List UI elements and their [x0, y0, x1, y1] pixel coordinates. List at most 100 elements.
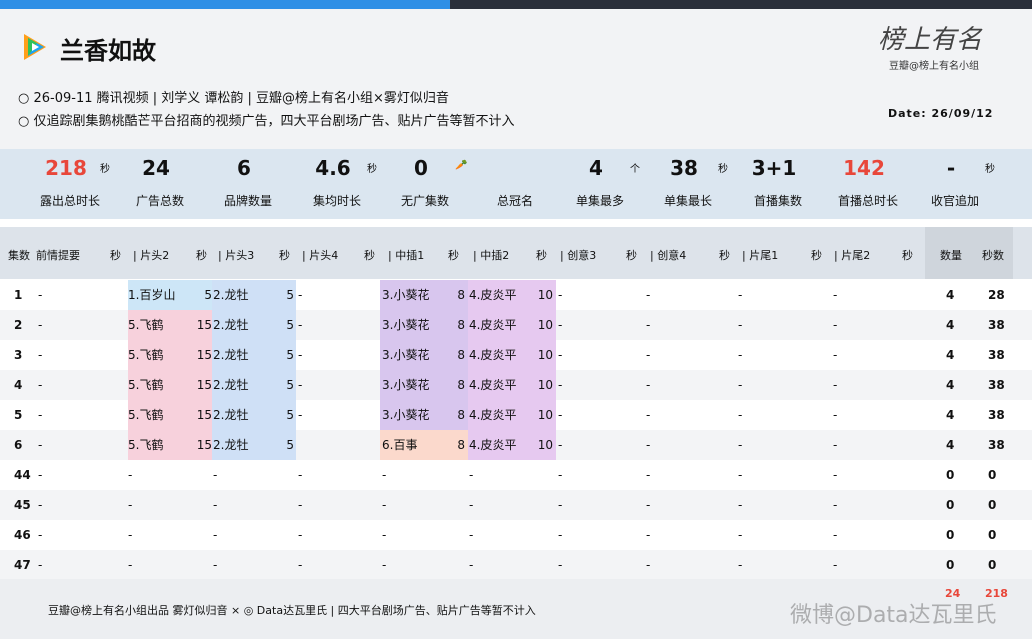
column-header: 前情提要 [36, 249, 80, 262]
cell-h3s: 5 [286, 288, 294, 302]
cell-e1: - [738, 558, 743, 572]
column-header: 秒 [719, 249, 730, 262]
cell-h3: 2.龙牡 [213, 408, 249, 422]
cell-e2: - [833, 558, 838, 572]
stat-item: 4 个单集最多 [560, 149, 650, 219]
cell-h2: 1.百岁山 [128, 288, 176, 302]
cell-m2s: 10 [537, 438, 553, 452]
cell-e1: - [738, 438, 743, 452]
cell-m1s: 8 [457, 318, 465, 332]
table-header: 集数 前情提要 秒 | 片头2 秒 | 片头3 秒 | 片头4 秒 | 中插1 秒 | 中插2 秒 | 创… [0, 227, 1032, 279]
cell-h3: - [213, 528, 218, 542]
cell-m1: 3.小葵花 [382, 348, 430, 362]
cell-count: 4 [946, 378, 955, 392]
cell-e2: - [833, 408, 838, 422]
cell-count: 4 [946, 438, 955, 452]
column-header: 秒 [448, 249, 459, 262]
stat-label: 品牌数量 [223, 194, 272, 208]
table-row: 4-5.飞鹤 15 2.龙牡 5-3.小葵花 8 4.皮炎平 10- - - -4 38 [0, 370, 1032, 400]
cell-e2: - [833, 318, 838, 332]
report-date: Date: 26/09/12 [888, 107, 994, 120]
cell-m1s [449, 520, 465, 550]
cell-c3: - [558, 468, 563, 482]
stat-value: 142 [843, 156, 885, 180]
cell-m1: - [382, 498, 387, 512]
cell-m2: - [469, 468, 474, 482]
cell-ep: 45 [14, 498, 31, 512]
cell-h4: - [298, 288, 303, 302]
column-header: | 片头3 [218, 249, 255, 262]
cell-h4: - [298, 528, 303, 542]
column-header: | 中插2 [473, 249, 510, 262]
stat-label: 首播总时长 [837, 194, 898, 208]
footer-credit: 豆瓣@榜上有名小组出品 雾灯似归音 × ◎ Data达瓦里氏 | 四大平台剧场广… [48, 604, 536, 617]
cell-m1s: 8 [457, 438, 465, 452]
cell-m2s: 10 [537, 318, 553, 332]
table-row: 44- - - - - - - - - -0 0 [0, 460, 1032, 490]
cell-m2s: 10 [537, 408, 553, 422]
cell-secs: 0 [988, 558, 997, 572]
cell-h3s [278, 460, 294, 490]
cell-c3: - [558, 558, 563, 572]
cell-m1: - [382, 558, 387, 572]
cell-m2: - [469, 498, 474, 512]
cell-secs: 38 [988, 408, 1005, 422]
brand-signature: 榜上有名 [878, 25, 983, 55]
cell-c3: - [558, 318, 563, 332]
cell-count: 0 [946, 498, 955, 512]
stat-label: 集均时长 [312, 194, 361, 208]
cell-h3s: 5 [286, 378, 294, 392]
cell-h3s [278, 490, 294, 520]
cell-e2: - [833, 438, 838, 452]
cell-c4: - [646, 348, 651, 362]
cell-c4: - [646, 528, 651, 542]
cell-m2s [537, 520, 553, 550]
cell-recap: - [38, 498, 43, 512]
cell-h3: - [213, 498, 218, 512]
cell-e1: - [738, 318, 743, 332]
cell-c3: - [558, 378, 563, 392]
column-header: | 创意3 [560, 249, 597, 262]
table-row: 47- - - - - - - - - -0 0 [0, 550, 1032, 580]
page-title: 兰香如故 [60, 37, 156, 65]
cell-secs: 0 [988, 528, 997, 542]
stat-item: 142 首播总时长 [828, 149, 918, 219]
stat-value: 218 [45, 156, 87, 180]
cell-h2: 5.飞鹤 [128, 348, 164, 362]
stat-item: 4.6 秒集均时长 [297, 149, 387, 219]
stat-label: 总冠名 [496, 194, 533, 208]
cell-m1: 3.小葵花 [382, 408, 430, 422]
cell-c4: - [646, 378, 651, 392]
cell-count: 0 [946, 558, 955, 572]
stat-item: 0 🥕 无广集数 [385, 149, 475, 219]
stat-label: 无广集数 [400, 194, 449, 208]
stat-label: 单集最多 [575, 194, 624, 208]
cell-h2: - [128, 528, 133, 542]
column-header: | 片尾2 [834, 249, 871, 262]
cell-m1s [449, 490, 465, 520]
stat-item: 24 广告总数 [120, 149, 210, 219]
cell-c3: - [558, 408, 563, 422]
cell-h2: 5.飞鹤 [128, 318, 164, 332]
stat-item: 218 秒露出总时长 [30, 149, 120, 219]
cell-h4: - [298, 408, 303, 422]
column-header: | 创意4 [650, 249, 687, 262]
tencent-video-logo-icon [24, 34, 46, 60]
cell-h3s [278, 550, 294, 580]
cell-h3: 2.龙牡 [213, 438, 249, 452]
cell-m2s [537, 550, 553, 580]
stat-item: 3+1 首播集数 [738, 149, 828, 219]
cell-m2: 4.皮炎平 [469, 318, 517, 332]
stat-value: 4 [589, 156, 603, 180]
cell-h2s [196, 550, 212, 580]
cell-recap: - [38, 528, 43, 542]
cell-m1: - [382, 528, 387, 542]
cell-e2: - [833, 528, 838, 542]
cell-h2s: 15 [196, 408, 212, 422]
cell-h2s: 15 [196, 438, 212, 452]
cell-count: 0 [946, 468, 955, 482]
cell-recap: - [38, 408, 43, 422]
cell-h2s: 15 [196, 318, 212, 332]
cell-e2: - [833, 288, 838, 302]
cell-recap: - [38, 558, 43, 572]
